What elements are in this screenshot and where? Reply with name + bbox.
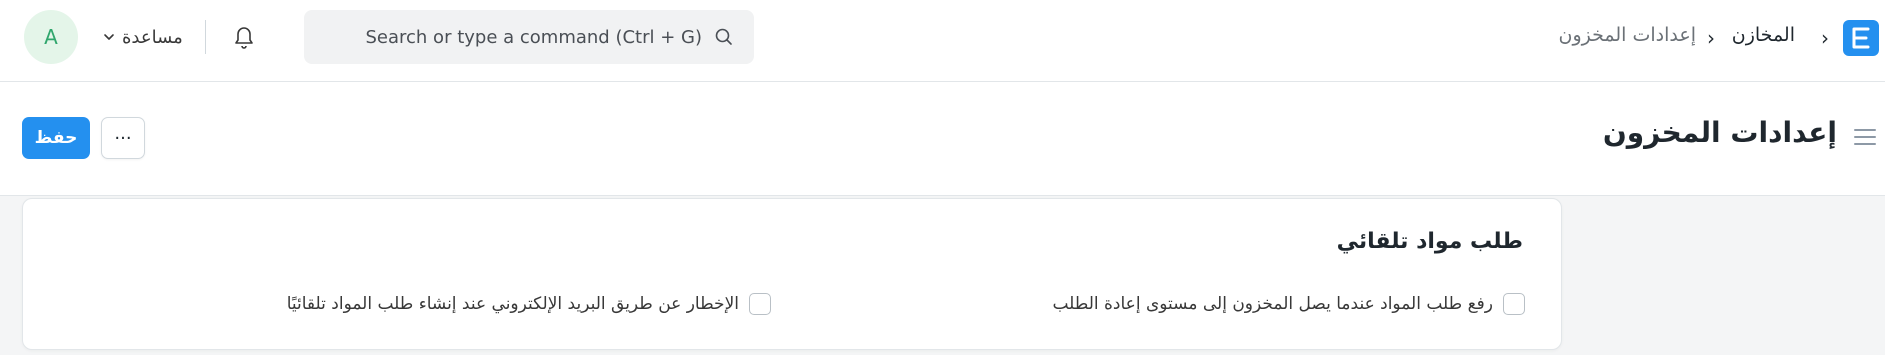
user-avatar[interactable]: A xyxy=(24,10,78,64)
chevron-down-icon xyxy=(104,34,114,40)
search-icon xyxy=(715,28,732,45)
page-title: إعدادات المخزون xyxy=(1602,116,1837,149)
erpnext-logo-icon xyxy=(1852,27,1870,49)
help-dropdown[interactable]: مساعدة xyxy=(102,22,183,52)
settings-section-card: طلب مواد تلقائي رفع طلب المواد عندما يصل… xyxy=(22,198,1562,350)
page-header: حفظ ··· إعدادات المخزون xyxy=(0,82,1885,196)
checkbox-row-auto-material-request[interactable]: رفع طلب المواد عندما يصل المخزون إلى مست… xyxy=(1052,293,1525,315)
breadcrumb-stock-settings[interactable]: إعدادات المخزون xyxy=(1559,24,1696,46)
help-label: مساعدة xyxy=(122,26,183,48)
sidebar-toggle-icon[interactable] xyxy=(1853,126,1877,148)
checkbox-row-email-notify[interactable]: الإخطار عن طريق البريد الإلكتروني عند إن… xyxy=(287,293,771,315)
breadcrumb-stock[interactable]: المخازن xyxy=(1732,24,1795,46)
notifications-button[interactable] xyxy=(230,22,258,52)
auto-material-request-checkbox[interactable] xyxy=(1503,293,1525,315)
bell-icon xyxy=(235,27,253,49)
save-button[interactable]: حفظ xyxy=(22,117,90,159)
section-title: طلب مواد تلقائي xyxy=(1336,229,1523,254)
email-notify-checkbox[interactable] xyxy=(749,293,771,315)
search-bar[interactable] xyxy=(304,10,754,64)
breadcrumb-chevron-icon: › xyxy=(1707,26,1715,50)
search-input[interactable] xyxy=(342,26,702,48)
breadcrumb-chevron-icon: › xyxy=(1821,26,1829,50)
top-navbar: A مساعدة › المخازن › إعدادات المخزون xyxy=(0,0,1885,82)
more-actions-button[interactable]: ··· xyxy=(101,117,145,159)
checkbox-label: الإخطار عن طريق البريد الإلكتروني عند إن… xyxy=(286,294,739,314)
navbar-divider xyxy=(205,20,206,54)
app-logo[interactable] xyxy=(1843,20,1879,56)
checkbox-label: رفع طلب المواد عندما يصل المخزون إلى مست… xyxy=(1052,294,1493,314)
ellipsis-icon: ··· xyxy=(114,127,132,149)
